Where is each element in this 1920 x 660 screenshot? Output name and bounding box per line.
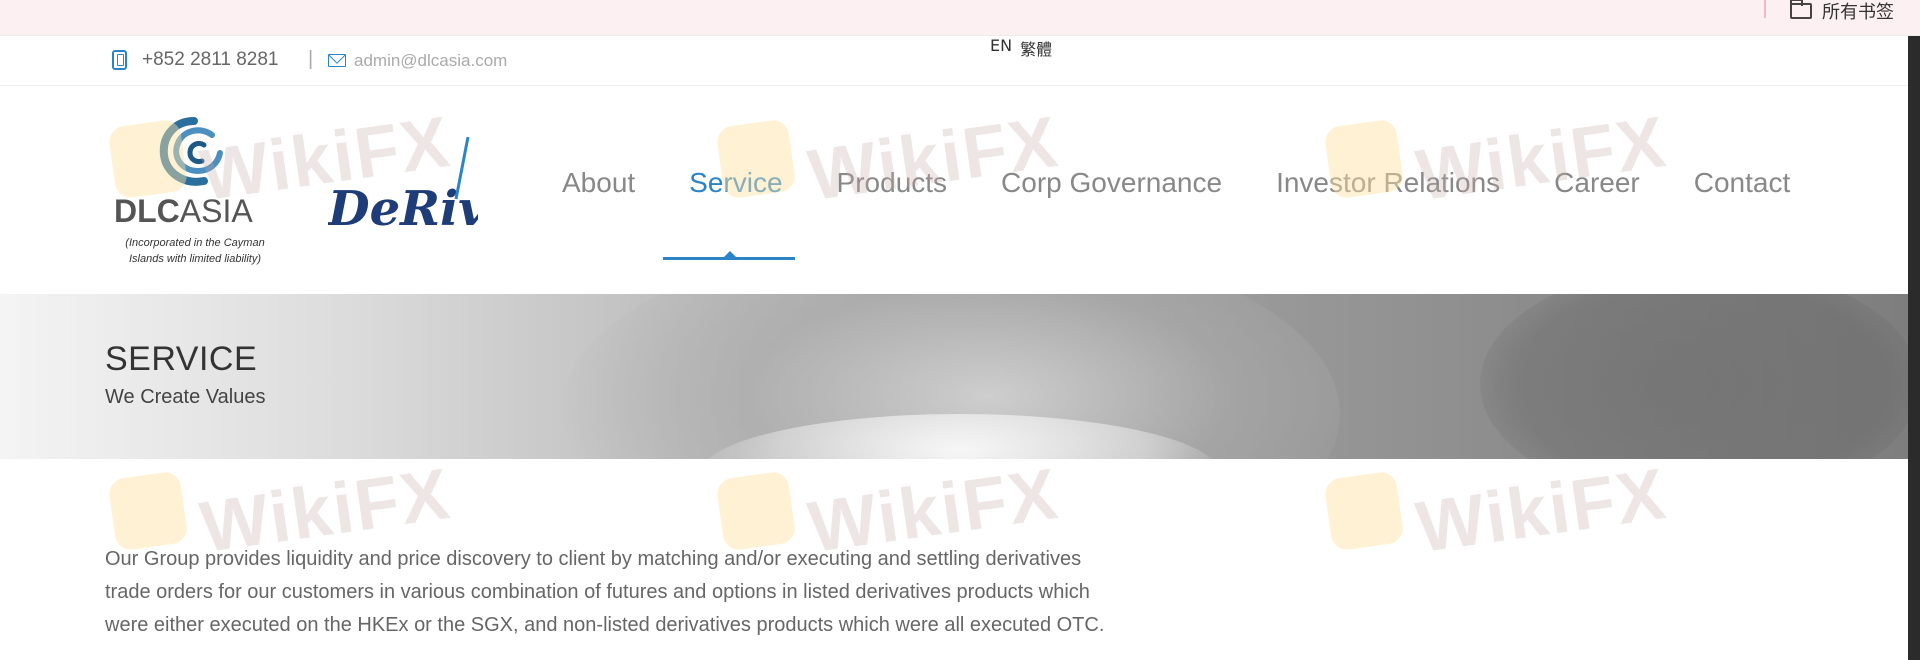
nav-investor-relations[interactable]: Investor Relations: [1249, 167, 1527, 199]
watermark-text: WikiFX: [1411, 453, 1672, 569]
nav-contact[interactable]: Contact: [1667, 167, 1818, 199]
contact-divider: |: [308, 48, 314, 70]
watermark: WikiFX: [715, 454, 1064, 568]
bookmark-separator: [1764, 0, 1766, 18]
phone-icon: [112, 50, 127, 70]
contact-bar: +852 2811 8281 | admin@dlcasia.com EN 繁體: [0, 36, 1908, 86]
watermark-badge-icon: [715, 470, 797, 552]
nav-products[interactable]: Products: [810, 167, 975, 199]
logo-subtitle: (Incorporated in the Cayman Islands with…: [110, 235, 280, 267]
deriva-logo[interactable]: DeRiva: [328, 137, 478, 232]
mail-icon: [328, 54, 346, 67]
watermark-badge-icon: [107, 470, 189, 552]
nav-service[interactable]: Service: [662, 167, 809, 199]
active-nav-caret-icon: [724, 251, 736, 257]
deriva-logo-text: DeRiva: [328, 181, 478, 232]
nav-corp-governance[interactable]: Corp Governance: [974, 167, 1249, 199]
logo-name: DLCASIA: [114, 193, 253, 230]
lang-traditional-chinese[interactable]: 繁體: [1020, 36, 1052, 60]
service-description: Our Group provides liquidity and price d…: [105, 543, 1185, 642]
page-subtitle: We Create Values: [105, 386, 266, 408]
phone-number[interactable]: +852 2811 8281: [142, 49, 278, 71]
logo-swirl-icon: [159, 117, 223, 186]
nav-about[interactable]: About: [535, 167, 662, 199]
folder-icon: [1790, 0, 1812, 19]
page-banner: SERVICE We Create Values: [0, 294, 1908, 459]
dlc-asia-logo[interactable]: DLCASIA (Incorporated in the Cayman Isla…: [110, 115, 280, 275]
main-nav: About Service Products Corp Governance I…: [535, 167, 1817, 199]
service-description-line3: were either executed on the HKEx or the …: [105, 614, 1105, 636]
email-link[interactable]: admin@dlcasia.com: [354, 51, 507, 71]
logo-name-bold: DLC: [114, 193, 180, 229]
service-description-line1: Our Group provides liquidity and price d…: [105, 548, 1082, 570]
nav-career[interactable]: Career: [1527, 167, 1667, 199]
language-switcher: EN 繁體: [990, 36, 1052, 60]
watermark: WikiFX: [1323, 454, 1672, 568]
banner-keyboard-image: [1480, 294, 1908, 459]
logo-subtitle-line2: Islands with limited liability): [128, 253, 262, 265]
page-title: SERVICE: [105, 340, 258, 378]
watermark: WikiFX: [107, 454, 456, 568]
logo-subtitle-line1: (Incorporated in the Cayman: [125, 237, 265, 249]
bookmark-bar: 所有书签: [0, 0, 1920, 36]
page-scrollbar[interactable]: [1908, 36, 1920, 660]
bookmarks-label: 所有书签: [1822, 2, 1894, 23]
logo-name-light: ASIA: [179, 193, 253, 229]
all-bookmarks-button[interactable]: 所有书签: [1790, 0, 1894, 24]
active-nav-underline: [663, 257, 795, 260]
site-header: DLCASIA (Incorporated in the Cayman Isla…: [0, 87, 1908, 294]
watermark-badge-icon: [1323, 470, 1405, 552]
lang-en[interactable]: EN: [990, 36, 1012, 60]
service-description-line2: trade orders for our customers in variou…: [105, 581, 1090, 603]
